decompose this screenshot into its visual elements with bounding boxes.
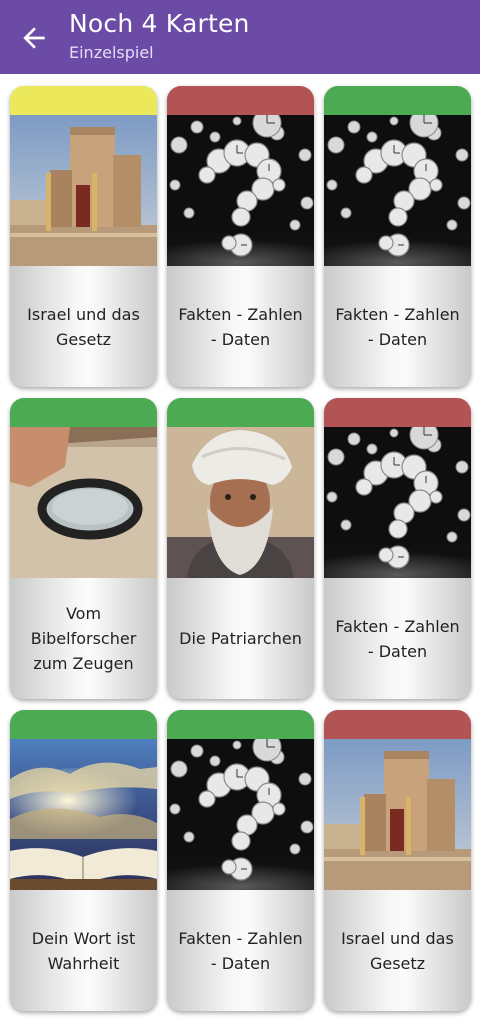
- card-color-strip: [324, 398, 471, 427]
- page-subtitle: Einzelspiel: [69, 43, 154, 62]
- category-card[interactable]: Dein Wort ist Wahrheit: [10, 710, 157, 1011]
- category-card[interactable]: Die Patriarchen: [167, 398, 314, 699]
- card-label-area: Fakten - Zahlen - Daten: [324, 266, 471, 387]
- patriarch-image: [167, 427, 314, 578]
- arrow-back-icon: [23, 27, 45, 49]
- card-label-area: Die Patriarchen: [167, 578, 314, 699]
- card-color-strip: [10, 710, 157, 739]
- card-label: Dein Wort ist Wahrheit: [31, 928, 136, 973]
- card-color-strip: [167, 710, 314, 739]
- card-image: [167, 115, 314, 266]
- card-label-area: Israel und das Gesetz: [324, 890, 471, 1011]
- category-card[interactable]: Israel und das Gesetz: [10, 86, 157, 387]
- card-image: [167, 739, 314, 890]
- card-color-strip: [324, 86, 471, 115]
- card-label: Fakten - Zahlen - Daten: [178, 304, 303, 349]
- card-color-strip: [167, 398, 314, 427]
- clocks-image: [167, 115, 314, 266]
- card-label-area: Fakten - Zahlen - Daten: [167, 266, 314, 387]
- card-image: [324, 115, 471, 266]
- card-color-strip: [167, 86, 314, 115]
- magnifier-image: [10, 427, 157, 578]
- card-label: Die Patriarchen: [179, 629, 302, 648]
- clocks-image: [324, 427, 471, 578]
- card-image: [10, 427, 157, 578]
- app-bar: Noch 4 Karten Einzelspiel: [0, 0, 480, 74]
- bible-image: [10, 739, 157, 890]
- card-color-strip: [10, 86, 157, 115]
- category-card[interactable]: Fakten - Zahlen - Daten: [324, 398, 471, 699]
- card-label-area: Vom Bibelforscher zum Zeugen: [10, 578, 157, 699]
- temple-image: [324, 739, 471, 890]
- card-label-area: Fakten - Zahlen - Daten: [167, 890, 314, 1011]
- temple-image: [10, 115, 157, 266]
- card-label-area: Fakten - Zahlen - Daten: [324, 578, 471, 699]
- card-image: [324, 739, 471, 890]
- category-card[interactable]: Fakten - Zahlen - Daten: [324, 86, 471, 387]
- card-label: Fakten - Zahlen - Daten: [335, 304, 460, 349]
- card-color-strip: [324, 710, 471, 739]
- card-image: [10, 739, 157, 890]
- page-title: Noch 4 Karten: [69, 9, 250, 38]
- card-label: Fakten - Zahlen - Daten: [335, 616, 460, 661]
- category-card[interactable]: Vom Bibelforscher zum Zeugen: [10, 398, 157, 699]
- card-label: Fakten - Zahlen - Daten: [178, 928, 303, 973]
- card-image: [10, 115, 157, 266]
- category-card[interactable]: Fakten - Zahlen - Daten: [167, 86, 314, 387]
- card-label-area: Dein Wort ist Wahrheit: [10, 890, 157, 1011]
- card-image: [324, 427, 471, 578]
- card-image: [167, 427, 314, 578]
- card-label: Israel und das Gesetz: [27, 304, 140, 349]
- category-card[interactable]: Fakten - Zahlen - Daten: [167, 710, 314, 1011]
- category-card[interactable]: Israel und das Gesetz: [324, 710, 471, 1011]
- card-grid: Israel und das Gesetz Fakten - Zahlen - …: [10, 86, 471, 1011]
- card-label: Israel und das Gesetz: [341, 928, 454, 973]
- back-button[interactable]: [18, 22, 50, 54]
- card-label: Vom Bibelforscher zum Zeugen: [30, 604, 137, 673]
- card-label-area: Israel und das Gesetz: [10, 266, 157, 387]
- clocks-image: [167, 739, 314, 890]
- card-color-strip: [10, 398, 157, 427]
- clocks-image: [324, 115, 471, 266]
